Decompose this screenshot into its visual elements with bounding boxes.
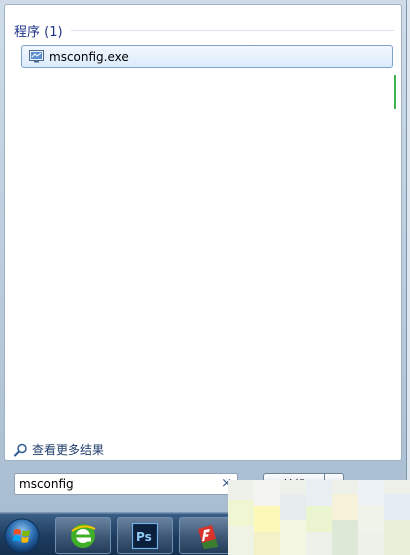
photoshop-icon: Ps (132, 522, 158, 549)
search-box[interactable]: × (14, 473, 238, 495)
taskbar-item-flashget[interactable] (179, 517, 235, 554)
search-icon (14, 443, 27, 456)
windows-logo-icon[interactable] (3, 517, 41, 555)
start-menu: 程序 (1) msconfig.exe 查看更多结果 msconfig × (0, 0, 407, 513)
search-results-pane: 程序 (1) msconfig.exe 查看更多结果 (4, 4, 402, 461)
msconfig-icon (29, 50, 44, 63)
browser-icon (71, 523, 96, 548)
group-title: 程序 (1) (14, 25, 63, 40)
flashget-icon (198, 524, 218, 549)
scrollbar-indicator (394, 75, 396, 109)
search-input[interactable] (19, 476, 209, 492)
taskbar-item-photoshop[interactable]: Ps (117, 517, 173, 554)
see-more-results-link[interactable]: 查看更多结果 (14, 441, 104, 458)
photoshop-icon-text: Ps (136, 530, 152, 544)
results-group-header: 程序 (1) (14, 21, 394, 40)
pixelated-region (228, 480, 410, 555)
see-more-label: 查看更多结果 (32, 443, 105, 457)
result-label: msconfig.exe (49, 49, 129, 64)
group-divider (70, 30, 394, 31)
result-item-msconfig[interactable]: msconfig.exe (21, 45, 393, 68)
taskbar-item-browser[interactable] (55, 517, 111, 554)
screen: 程序 (1) msconfig.exe 查看更多结果 msconfig × Ps (0, 0, 410, 555)
